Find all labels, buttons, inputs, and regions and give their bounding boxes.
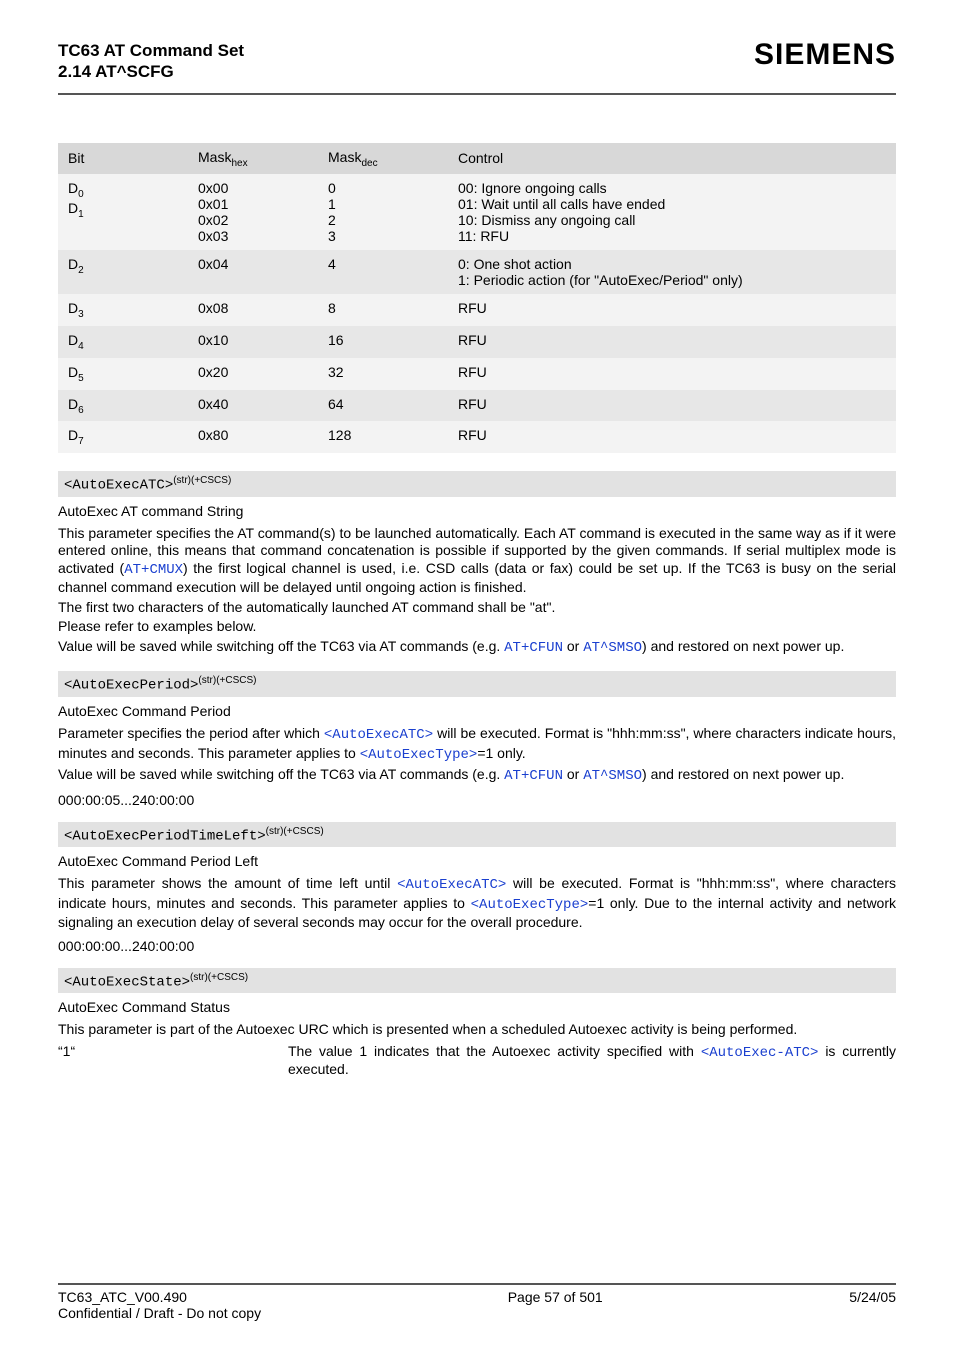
period-left-range: 000:00:00...240:00:00 bbox=[58, 938, 896, 954]
link-at-smso[interactable]: AT^SMSO bbox=[583, 768, 642, 784]
cell-dec: 128 bbox=[318, 421, 448, 453]
param-period-body: Parameter specifies the period after whi… bbox=[58, 725, 896, 786]
param-autoexecperiod-header: <AutoExecPeriod>(str)(+CSCS) bbox=[58, 671, 896, 697]
param-sup: (str)(+CSCS) bbox=[190, 972, 248, 983]
bitmask-table: Bit Maskhex Maskdec Control D0D10x00 0x0… bbox=[58, 143, 896, 454]
link-at-cmux[interactable]: AT+CMUX bbox=[124, 562, 183, 578]
param-atc-body: This parameter specifies the AT command(… bbox=[58, 525, 896, 658]
param-sup: (str)(+CSCS) bbox=[198, 675, 256, 686]
cell-control: 0: One shot action 1: Periodic action (f… bbox=[448, 250, 896, 294]
param-tag: <AutoExecATC> bbox=[64, 478, 173, 494]
state-value-desc: The value 1 indicates that the Autoexec … bbox=[288, 1043, 896, 1077]
param-subtitle: AutoExec Command Period Left bbox=[58, 853, 896, 869]
cell-dec: 4 bbox=[318, 250, 448, 294]
cell-hex: 0x08 bbox=[188, 294, 318, 326]
link-autoexecatc[interactable]: <AutoExec-ATC> bbox=[701, 1045, 819, 1061]
cell-dec: 32 bbox=[318, 358, 448, 390]
doc-section: 2.14 AT^SCFG bbox=[58, 61, 244, 82]
cell-hex: 0x80 bbox=[188, 421, 318, 453]
link-autoexecatc[interactable]: <AutoExecATC> bbox=[324, 727, 433, 743]
param-autoexecstate-header: <AutoExecState>(str)(+CSCS) bbox=[58, 968, 896, 994]
cell-control: RFU bbox=[448, 326, 896, 358]
page-header: TC63 AT Command Set 2.14 AT^SCFG SIEMENS bbox=[58, 40, 896, 83]
cell-hex: 0x20 bbox=[188, 358, 318, 390]
footer-left: TC63_ATC_V00.490 Confidential / Draft - … bbox=[58, 1289, 261, 1321]
cell-bit: D2 bbox=[58, 250, 188, 294]
cell-dec: 8 bbox=[318, 294, 448, 326]
table-row: D70x80128RFU bbox=[58, 421, 896, 453]
page-footer: TC63_ATC_V00.490 Confidential / Draft - … bbox=[58, 1283, 896, 1321]
cell-bit: D7 bbox=[58, 421, 188, 453]
link-at-cfun[interactable]: AT+CFUN bbox=[504, 640, 563, 656]
table-row: D50x2032RFU bbox=[58, 358, 896, 390]
th-dec: Maskdec bbox=[318, 143, 448, 175]
cell-bit: D4 bbox=[58, 326, 188, 358]
cell-control: RFU bbox=[448, 421, 896, 453]
header-divider bbox=[58, 93, 896, 95]
footer-divider bbox=[58, 1283, 896, 1285]
cell-hex: 0x04 bbox=[188, 250, 318, 294]
cell-dec: 16 bbox=[318, 326, 448, 358]
th-control: Control bbox=[448, 143, 896, 175]
footer-confidential: Confidential / Draft - Do not copy bbox=[58, 1305, 261, 1321]
cell-dec: 64 bbox=[318, 390, 448, 422]
cell-bit: D5 bbox=[58, 358, 188, 390]
table-row: D40x1016RFU bbox=[58, 326, 896, 358]
cell-dec: 0 1 2 3 bbox=[318, 174, 448, 250]
link-autoexectype[interactable]: <AutoExecType> bbox=[471, 897, 589, 913]
cell-bit: D3 bbox=[58, 294, 188, 326]
param-autoexecperiodtimeleft-header: <AutoExecPeriodTimeLeft>(str)(+CSCS) bbox=[58, 822, 896, 848]
th-bit: Bit bbox=[58, 143, 188, 175]
cell-hex: 0x10 bbox=[188, 326, 318, 358]
param-tag: <AutoExecPeriod> bbox=[64, 678, 198, 694]
header-left: TC63 AT Command Set 2.14 AT^SCFG bbox=[58, 40, 244, 83]
cell-hex: 0x00 0x01 0x02 0x03 bbox=[188, 174, 318, 250]
link-at-smso[interactable]: AT^SMSO bbox=[583, 640, 642, 656]
table-row: D0D10x00 0x01 0x02 0x030 1 2 300: Ignore… bbox=[58, 174, 896, 250]
cell-hex: 0x40 bbox=[188, 390, 318, 422]
cell-bit: D6 bbox=[58, 390, 188, 422]
cell-control: RFU bbox=[448, 294, 896, 326]
cell-control: RFU bbox=[448, 358, 896, 390]
footer-page: Page 57 of 501 bbox=[261, 1289, 849, 1321]
doc-title: TC63 AT Command Set bbox=[58, 40, 244, 61]
param-sup: (str)(+CSCS) bbox=[266, 826, 324, 837]
state-value-key: “1“ bbox=[58, 1043, 288, 1077]
th-hex: Maskhex bbox=[188, 143, 318, 175]
cell-control: RFU bbox=[448, 390, 896, 422]
state-value-row: “1“ The value 1 indicates that the Autoe… bbox=[58, 1043, 896, 1077]
param-autoexecatc-header: <AutoExecATC>(str)(+CSCS) bbox=[58, 471, 896, 497]
param-state-body: This parameter is part of the Autoexec U… bbox=[58, 1021, 896, 1039]
param-tag: <AutoExecState> bbox=[64, 974, 190, 990]
param-tag: <AutoExecPeriodTimeLeft> bbox=[64, 828, 266, 844]
cell-control: 00: Ignore ongoing calls 01: Wait until … bbox=[448, 174, 896, 250]
table-row: D60x4064RFU bbox=[58, 390, 896, 422]
link-at-cfun[interactable]: AT+CFUN bbox=[504, 768, 563, 784]
link-autoexectype[interactable]: <AutoExecType> bbox=[360, 747, 478, 763]
table-row: D30x088RFU bbox=[58, 294, 896, 326]
table-row: D20x0440: One shot action 1: Periodic ac… bbox=[58, 250, 896, 294]
param-period-left-body: This parameter shows the amount of time … bbox=[58, 875, 896, 932]
param-subtitle: AutoExec Command Status bbox=[58, 999, 896, 1015]
footer-doc-id: TC63_ATC_V00.490 bbox=[58, 1289, 261, 1305]
cell-bit: D0D1 bbox=[58, 174, 188, 250]
param-sup: (str)(+CSCS) bbox=[173, 475, 231, 486]
param-subtitle: AutoExec AT command String bbox=[58, 503, 896, 519]
brand-logo: SIEMENS bbox=[754, 38, 896, 72]
link-autoexecatc[interactable]: <AutoExecATC> bbox=[397, 877, 506, 893]
param-subtitle: AutoExec Command Period bbox=[58, 703, 896, 719]
footer-date: 5/24/05 bbox=[849, 1289, 896, 1321]
period-range: 000:00:05...240:00:00 bbox=[58, 792, 896, 808]
